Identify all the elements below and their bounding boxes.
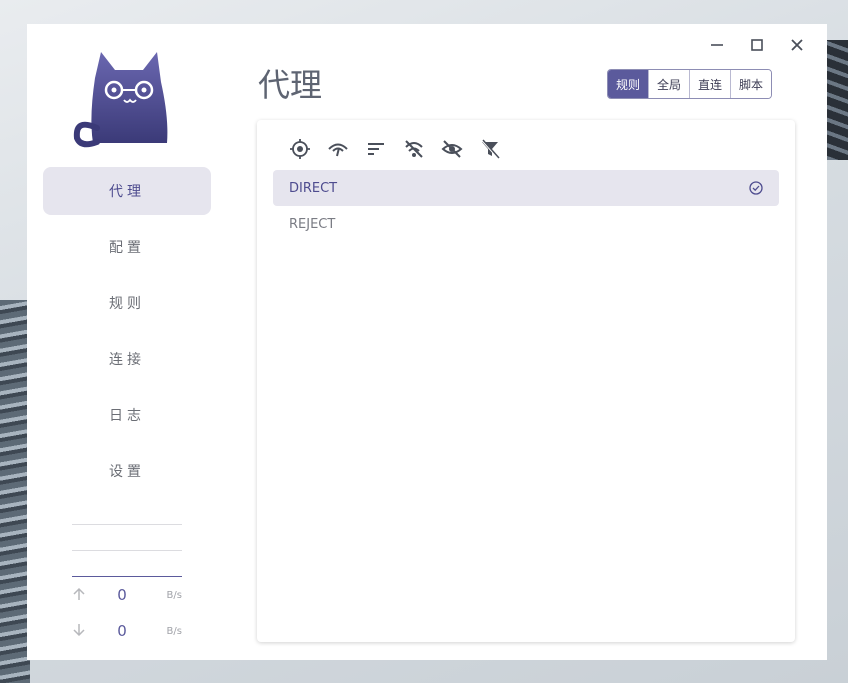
sidebar-item-settings[interactable]: 设置 (43, 447, 211, 495)
close-button[interactable] (781, 34, 813, 56)
locate-icon (290, 139, 310, 159)
mode-global-button[interactable]: 全局 (649, 70, 691, 98)
sidebar-item-logs[interactable]: 日志 (43, 391, 211, 439)
mode-selector: 规则 全局 直连 脚本 (607, 69, 773, 99)
maximize-button[interactable] (741, 34, 773, 56)
cat-logo-icon (73, 52, 168, 148)
download-speed-unit: B/s (166, 625, 182, 637)
download-speed-value: 0 (117, 622, 127, 640)
latency-off-icon (405, 140, 423, 158)
minimize-icon (711, 44, 723, 46)
filter-off-button[interactable] (477, 136, 503, 162)
sidebar: 代理 配置 规则 连接 日志 设置 0 B/s 0 B/s (27, 24, 227, 660)
locate-button[interactable] (287, 136, 313, 162)
speed-test-button[interactable] (325, 136, 351, 162)
sort-button[interactable] (363, 136, 389, 162)
traffic-chart-line (72, 550, 182, 551)
mode-direct-button[interactable]: 直连 (690, 70, 732, 98)
proxy-toolbar (287, 136, 503, 162)
sidebar-item-profiles[interactable]: 配置 (43, 223, 211, 271)
latency-toggle-button[interactable] (401, 136, 427, 162)
filter-off-icon (481, 139, 500, 159)
upload-arrow-icon (72, 586, 92, 605)
close-icon (791, 39, 803, 51)
proxy-card: DIRECT REJECT (257, 120, 795, 642)
download-speed-row: 0 B/s (72, 613, 182, 649)
sort-icon (368, 143, 384, 155)
speed-test-icon (328, 143, 348, 157)
background-building-right (826, 40, 848, 160)
page-title: 代理 (258, 66, 323, 104)
upload-speed-row: 0 B/s (72, 577, 182, 613)
sidebar-nav: 代理 配置 规则 连接 日志 设置 (43, 167, 211, 503)
upload-speed-value: 0 (117, 586, 127, 604)
maximize-icon (751, 39, 763, 51)
traffic-chart-line (72, 524, 182, 525)
upload-speed-unit: B/s (166, 589, 182, 601)
check-circle-icon (749, 181, 763, 195)
proxy-name: DIRECT (289, 180, 338, 196)
mode-rule-button[interactable]: 规则 (608, 70, 650, 98)
sidebar-item-connections[interactable]: 连接 (43, 335, 211, 383)
sidebar-item-proxy[interactable]: 代理 (43, 167, 211, 215)
download-arrow-icon (72, 622, 92, 641)
proxy-name: REJECT (289, 216, 336, 232)
hide-unavailable-button[interactable] (439, 136, 465, 162)
window-controls (701, 34, 813, 56)
proxy-list: DIRECT REJECT (273, 170, 779, 242)
minimize-button[interactable] (701, 34, 733, 56)
background-building-left (0, 300, 30, 683)
app-window: 代理 配置 规则 连接 日志 设置 0 B/s 0 B/s 代理 规则 全局 直… (27, 24, 827, 660)
mode-script-button[interactable]: 脚本 (731, 70, 772, 98)
proxy-item-direct[interactable]: DIRECT (273, 170, 779, 206)
app-logo (71, 48, 171, 148)
sidebar-item-rules[interactable]: 规则 (43, 279, 211, 327)
traffic-monitor: 0 B/s 0 B/s (72, 524, 182, 649)
proxy-item-reject[interactable]: REJECT (273, 206, 779, 242)
hide-icon (441, 140, 463, 158)
